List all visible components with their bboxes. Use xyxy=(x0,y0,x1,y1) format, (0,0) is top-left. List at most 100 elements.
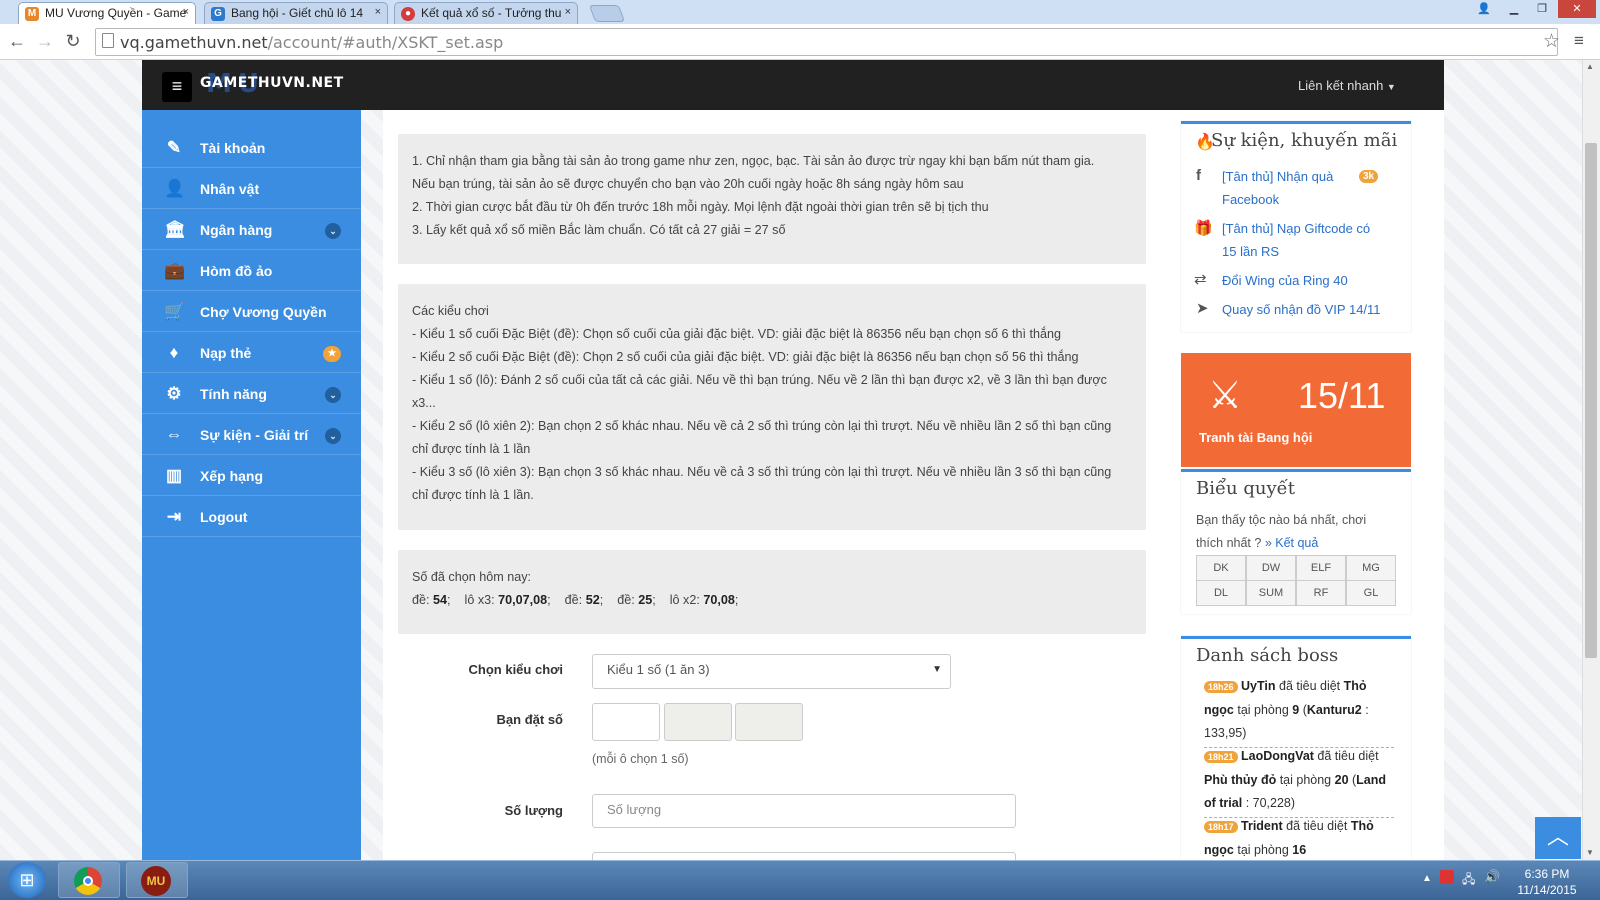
event-link-facebook[interactable]: [Tân thủ] Nhận quà Facebook xyxy=(1222,165,1352,211)
chevron-down-icon[interactable]: ⌄ xyxy=(325,428,341,444)
start-button[interactable]: ⊞ xyxy=(8,862,46,898)
hamburger-menu-icon[interactable]: ≡ xyxy=(162,72,192,102)
scroll-to-top-button[interactable]: ︿ xyxy=(1535,817,1581,859)
tab-bang-hoi[interactable]: G Bang hội - Giết chủ lô 14 × xyxy=(204,2,388,24)
new-tab-button[interactable] xyxy=(588,5,626,22)
lottery-favicon: ● xyxy=(401,7,415,21)
scroll-up-icon[interactable]: ▲ xyxy=(1586,62,1594,71)
quick-links-dropdown[interactable]: Liên kết nhanh ▼ xyxy=(1298,78,1396,93)
back-icon[interactable]: ← xyxy=(6,31,28,52)
poll-option-elf[interactable]: ELF xyxy=(1296,555,1346,581)
rule-line: 3. Lấy kết quả xổ số miền Bắc làm chuẩn.… xyxy=(412,223,786,237)
sidebar-item-label: Chợ Vương Quyền xyxy=(200,304,327,320)
play-type-line: - Kiểu 2 số cuối Đặc Biệt (đề): Chọn 2 s… xyxy=(412,350,1079,364)
sidebar-item-1[interactable]: 👤 Nhân vật xyxy=(142,169,361,209)
sidebar-item-6[interactable]: ⚙ Tính năng ⌄ xyxy=(142,374,361,414)
sidebar-item-label: Tính năng xyxy=(200,386,267,402)
event-link-giftcode[interactable]: [Tân thủ] Nạp Giftcode có 15 lần RS xyxy=(1222,217,1382,263)
sidebar-item-2[interactable]: 🏛 Ngân hàng ⌄ xyxy=(142,210,361,250)
briefcase-icon: 💼 xyxy=(164,261,186,280)
play-type-label: Chọn kiểu chơi xyxy=(468,662,563,677)
poll-option-dk[interactable]: DK xyxy=(1196,555,1246,581)
number-input-3[interactable] xyxy=(735,703,803,741)
chrome-taskbar-button[interactable] xyxy=(58,862,120,898)
profile-icon[interactable]: 👤 xyxy=(1470,0,1498,18)
rule-line: Nếu bạn trúng, tài sản ảo sẽ được chuyển… xyxy=(412,177,964,191)
quantity-input[interactable]: Số lượng xyxy=(592,794,1016,828)
close-window-icon[interactable]: ✕ xyxy=(1558,0,1596,18)
minimize-icon[interactable]: ▁ xyxy=(1500,0,1528,18)
mu-game-icon: MU xyxy=(141,866,171,896)
event-link-vip[interactable]: Quay số nhận đồ VIP 14/11 xyxy=(1222,298,1382,321)
volume-icon[interactable]: 🔊 xyxy=(1484,869,1500,885)
network-icon[interactable]: 🖧 xyxy=(1462,870,1475,891)
reload-icon[interactable]: ↻ xyxy=(62,31,84,52)
cogs-icon: ⚙ xyxy=(166,384,182,403)
poll-option-dl[interactable]: DL xyxy=(1196,580,1246,606)
site-logo[interactable]: MU GAMETHUVN.NET xyxy=(200,69,344,99)
sidebar-item-8[interactable]: ▥ Xếp hạng xyxy=(142,456,361,496)
facebook-icon: f xyxy=(1196,167,1201,184)
page-icon xyxy=(102,33,114,48)
rule-line: 2. Thời gian cược bắt đầu từ 0h đến trướ… xyxy=(412,200,989,214)
tray-expand-icon[interactable]: ▲ xyxy=(1422,873,1432,884)
mu-game-taskbar-button[interactable]: MU xyxy=(126,862,188,898)
sidebar-item-9[interactable]: ⇥ Logout xyxy=(142,497,361,537)
poll-title: Biểu quyết xyxy=(1196,478,1295,499)
chosen-numbers-box: Số đã chọn hôm nay: đề: 54; lô x3: 70,07… xyxy=(398,550,1146,634)
boss-time-badge: 18h17 xyxy=(1204,821,1238,833)
clock-date: 11/14/2015 xyxy=(1517,883,1577,897)
number-input-2[interactable] xyxy=(664,703,732,741)
scrollbar-thumb[interactable] xyxy=(1585,143,1597,658)
logout-icon: ⇥ xyxy=(166,507,182,526)
poll-option-rf[interactable]: RF xyxy=(1296,580,1346,606)
play-types-box: Các kiểu chơi - Kiểu 1 số cuối Đặc Biệt … xyxy=(398,284,1146,530)
boss-time-badge: 18h26 xyxy=(1204,681,1238,693)
sidebar-item-0[interactable]: ✎ Tài khoản xyxy=(142,128,361,168)
tab-close-icon[interactable]: × xyxy=(565,6,571,18)
rules-box: 1. Chỉ nhận tham gia bằng tài sản ảo tro… xyxy=(398,134,1146,264)
event-link-wing[interactable]: Đổi Wing của Ring 40 xyxy=(1222,269,1382,292)
sidebar-item-label: Sự kiện - Giải trí xyxy=(200,427,309,443)
play-type-line: chỉ được tính là 1 lần xyxy=(412,442,531,456)
boss-entry: 18h26 UyTin đã tiêu diệt Thỏ ngọc tại ph… xyxy=(1204,675,1394,748)
user-icon: 👤 xyxy=(164,179,186,198)
play-type-line: - Kiểu 3 số (lô xiên 3): Bạn chọn 3 số k… xyxy=(412,465,1112,479)
sidebar-item-4[interactable]: 🛒 Chợ Vương Quyền xyxy=(142,292,361,332)
chevron-down-icon[interactable]: ⌄ xyxy=(325,387,341,403)
tab-close-icon[interactable]: × xyxy=(375,6,381,18)
poll-option-gl[interactable]: GL xyxy=(1346,580,1396,606)
menu-icon[interactable]: ≡ xyxy=(1574,31,1584,51)
poll-option-mg[interactable]: MG xyxy=(1346,555,1396,581)
taskbar-clock[interactable]: 6:36 PM 11/14/2015 xyxy=(1512,866,1582,898)
poll-result-link[interactable]: » Kết quả xyxy=(1265,536,1319,550)
tab-title: Bang hội - Giết chủ lô 14 xyxy=(231,6,364,20)
tab-mu-vuong-quyen[interactable]: M MU Vương Quyền - Game × xyxy=(18,2,196,24)
forward-icon[interactable]: → xyxy=(34,31,56,52)
sidebar-item-5[interactable]: ♦ Nạp thẻ ★ xyxy=(142,333,361,373)
tab-title: Kết quả xổ số - Tưởng thu xyxy=(421,6,562,20)
poll-option-sum[interactable]: SUM xyxy=(1246,580,1296,606)
tab-close-icon[interactable]: × xyxy=(183,6,189,18)
next-input-partial[interactable] xyxy=(592,852,1016,860)
poll-option-dw[interactable]: DW xyxy=(1246,555,1296,581)
pointer-icon: ➤ xyxy=(1196,300,1209,317)
bookmark-star-icon[interactable]: ☆ xyxy=(1543,30,1560,53)
number-input-1[interactable] xyxy=(592,703,660,741)
tray-app-icon[interactable] xyxy=(1440,870,1454,884)
tab-ket-qua-xo-so[interactable]: ● Kết quả xổ số - Tưởng thu × xyxy=(394,2,578,24)
boss-time-badge: 18h21 xyxy=(1204,751,1238,763)
events-title: Sự kiện, khuyến mãi xyxy=(1211,130,1398,151)
url-text[interactable]: vq.gamethuvn.net/account/#auth/XSKT_set.… xyxy=(120,33,503,52)
chosen-heading: Số đã chọn hôm nay: xyxy=(412,570,532,584)
scroll-down-icon[interactable]: ▼ xyxy=(1586,848,1594,857)
chevron-down-icon[interactable]: ⌄ xyxy=(325,223,341,239)
event-badge: 3k xyxy=(1359,170,1379,183)
sidebar-item-3[interactable]: 💼 Hòm đồ ảo xyxy=(142,251,361,291)
edit-icon: ✎ xyxy=(166,138,182,157)
play-type-select[interactable]: Kiểu 1 số (1 ăn 3) ▼ xyxy=(592,654,951,689)
restore-icon[interactable]: ❐ xyxy=(1528,0,1556,18)
sidebar-item-7[interactable]: ⇔ Sự kiện - Giải trí ⌄ xyxy=(142,415,361,455)
play-type-line: x3... xyxy=(412,396,436,410)
sidebar-item-label: Nạp thẻ xyxy=(200,345,252,361)
